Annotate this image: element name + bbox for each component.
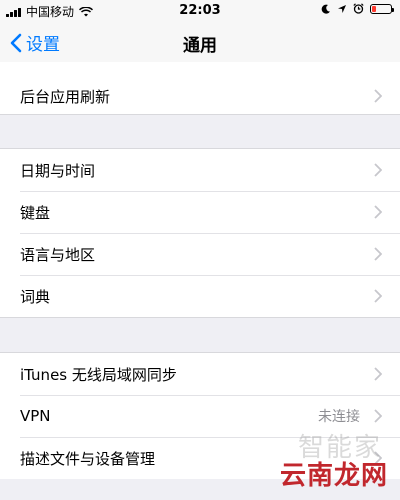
- settings-group-refresh: 后台应用刷新: [0, 62, 400, 115]
- chevron-right-icon: [374, 409, 382, 423]
- vpn-status: 未连接: [318, 409, 360, 425]
- chevron-right-icon: [374, 367, 382, 381]
- site-watermark: 云南龙网: [279, 461, 388, 491]
- status-right: [321, 3, 394, 14]
- row-itunes-wifi-sync[interactable]: iTunes 无线局域网同步: [0, 353, 400, 395]
- chevron-right-icon: [374, 289, 382, 303]
- settings-group-locale: 日期与时间 键盘 语言与地区 词典: [0, 148, 400, 318]
- row-dictionary[interactable]: 词典: [0, 275, 400, 317]
- battery-icon: [370, 3, 394, 14]
- row-date-time[interactable]: 日期与时间: [0, 149, 400, 191]
- page-title: 通用: [183, 36, 217, 56]
- row-label: 日期与时间: [20, 161, 96, 180]
- row-label: VPN: [20, 407, 51, 425]
- alarm-icon: [353, 3, 364, 14]
- row-label: 键盘: [20, 203, 51, 222]
- row-language-region[interactable]: 语言与地区: [0, 233, 400, 275]
- location-icon: [338, 4, 346, 13]
- battery-level-fill: [372, 5, 376, 12]
- chevron-right-icon: [374, 163, 382, 177]
- row-label: 后台应用刷新: [20, 88, 111, 106]
- moon-icon: [321, 4, 330, 14]
- row-label: 语言与地区: [20, 245, 96, 264]
- row-label: 词典: [20, 287, 51, 306]
- row-label: 描述文件与设备管理: [20, 449, 156, 468]
- row-background-refresh[interactable]: 后台应用刷新: [0, 62, 400, 114]
- row-label: iTunes 无线局域网同步: [20, 365, 177, 384]
- status-bar: 中国移动 22:03: [0, 0, 400, 22]
- chevron-right-icon: [374, 205, 382, 219]
- nav-bar: 设置 通用: [0, 22, 400, 62]
- row-keyboard[interactable]: 键盘: [0, 191, 400, 233]
- chevron-right-icon: [374, 89, 382, 103]
- chevron-right-icon: [374, 247, 382, 261]
